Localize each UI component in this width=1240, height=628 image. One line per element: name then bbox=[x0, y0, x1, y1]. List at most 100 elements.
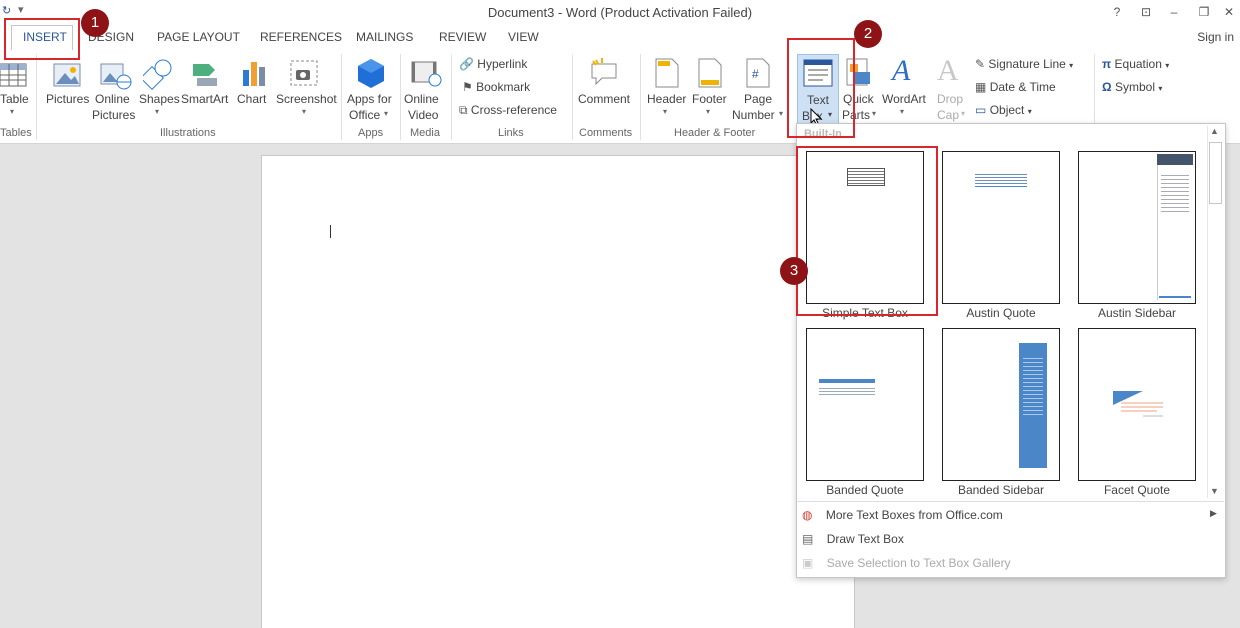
symbol-label: Symbol bbox=[1114, 80, 1155, 94]
facet-quote-thumbnail[interactable] bbox=[1078, 328, 1196, 481]
footer-dropdown-icon: ▾ bbox=[706, 107, 711, 116]
chart-button[interactable]: Chart bbox=[235, 58, 271, 124]
chart-icon bbox=[243, 62, 265, 86]
date-time-button[interactable]: ▦ Date & Time bbox=[975, 80, 1056, 94]
apps-dropdown-icon: ▾ bbox=[384, 109, 389, 118]
online-pictures-icon bbox=[100, 63, 132, 90]
footer-button[interactable]: Footer ▾ bbox=[690, 58, 730, 124]
scroll-down-icon[interactable]: ▼ bbox=[1210, 486, 1219, 496]
austin-quote-thumbnail[interactable] bbox=[942, 151, 1060, 304]
chart-label: Chart bbox=[237, 92, 267, 106]
header-dropdown-icon: ▾ bbox=[663, 107, 668, 116]
shapes-dropdown-icon: ▾ bbox=[155, 107, 160, 116]
office-com-icon: ◍ bbox=[802, 508, 813, 522]
hyperlink-button[interactable]: 🔗 Hyperlink bbox=[459, 57, 527, 71]
wordart-button[interactable]: A WordArt ▾ bbox=[880, 54, 928, 124]
scroll-up-icon[interactable]: ▲ bbox=[1210, 126, 1219, 136]
comment-icon bbox=[591, 58, 617, 86]
close-icon[interactable]: ✕ bbox=[1218, 3, 1240, 21]
signature-line-button[interactable]: ✎ Signature Line ▾ bbox=[975, 57, 1073, 71]
bookmark-label: Bookmark bbox=[476, 80, 531, 94]
online-pictures-button[interactable]: Online Pictures bbox=[92, 58, 138, 124]
comment-button[interactable]: Comment bbox=[576, 58, 636, 124]
footer-icon bbox=[698, 58, 722, 88]
banded-quote-thumbnail[interactable] bbox=[806, 328, 924, 481]
shapes-button[interactable]: Shapes ▾ bbox=[139, 58, 180, 124]
cross-reference-button[interactable]: ⧉ Cross-reference bbox=[459, 103, 557, 118]
signature-label: Signature Line bbox=[988, 57, 1066, 71]
tab-view[interactable]: VIEW bbox=[508, 30, 539, 44]
footer-label: Footer bbox=[692, 92, 727, 106]
drop-cap-icon: A bbox=[937, 54, 959, 87]
smartart-label: SmartArt bbox=[181, 92, 229, 106]
screenshot-button[interactable]: Screenshot ▾ bbox=[274, 58, 338, 124]
group-label-illustrations: Illustrations bbox=[160, 127, 216, 139]
page-number-label-2: Number bbox=[732, 108, 775, 122]
callout-box-text-box bbox=[787, 38, 855, 138]
apps-for-office-button[interactable]: Apps for Office ▾ bbox=[344, 58, 398, 124]
group-separator bbox=[572, 54, 573, 140]
window-title: Document3 - Word (Product Activation Fai… bbox=[487, 5, 753, 20]
cross-reference-label: Cross-reference bbox=[470, 103, 557, 117]
equation-button[interactable]: π Equation ▾ bbox=[1102, 57, 1169, 71]
header-button[interactable]: Header ▾ bbox=[645, 58, 689, 124]
group-separator bbox=[400, 54, 401, 140]
drop-cap-label-2: Cap bbox=[937, 108, 960, 122]
pi-icon: π bbox=[1102, 57, 1112, 71]
page-number-button[interactable]: # Page Number ▾ bbox=[732, 58, 786, 124]
tab-references[interactable]: REFERENCES bbox=[260, 30, 342, 44]
wordart-label: WordArt bbox=[882, 92, 926, 106]
submenu-arrow-icon: ▶ bbox=[1210, 508, 1217, 518]
restore-icon[interactable]: ❐ bbox=[1193, 3, 1215, 21]
cross-reference-icon: ⧉ bbox=[459, 103, 468, 117]
group-label-apps: Apps bbox=[358, 127, 384, 139]
online-video-button[interactable]: Online Video bbox=[404, 58, 448, 124]
tab-page-layout[interactable]: PAGE LAYOUT bbox=[157, 30, 240, 44]
bookmark-icon: ⚑ bbox=[462, 80, 473, 94]
more-text-boxes-label: More Text Boxes from Office.com bbox=[825, 508, 1003, 522]
group-separator bbox=[451, 54, 452, 140]
group-label-tables: Tables bbox=[0, 127, 32, 139]
object-label: Object bbox=[989, 103, 1025, 117]
preview-sidebar-rule bbox=[1159, 296, 1191, 298]
omega-icon: Ω bbox=[1102, 80, 1112, 94]
save-selection-item[interactable]: ▣ Save Selection to Text Box Gallery bbox=[802, 556, 1011, 570]
scroll-thumb[interactable] bbox=[1209, 142, 1222, 204]
online-pictures-label-1: Online bbox=[95, 92, 130, 106]
smartart-icon bbox=[193, 64, 217, 86]
wordart-dropdown-icon: ▾ bbox=[900, 107, 905, 116]
austin-sidebar-thumbnail[interactable] bbox=[1078, 151, 1196, 304]
tab-mailings[interactable]: MAILINGS bbox=[356, 30, 413, 44]
tab-review[interactable]: REVIEW bbox=[439, 30, 486, 44]
shapes-label: Shapes bbox=[139, 92, 180, 106]
draw-text-box-label: Draw Text Box bbox=[826, 532, 904, 546]
signature-dropdown-icon: ▾ bbox=[1069, 61, 1074, 70]
object-button[interactable]: ▭ Object ▾ bbox=[975, 103, 1032, 117]
table-button[interactable]: Table ▾ bbox=[0, 60, 30, 130]
document-page[interactable] bbox=[261, 155, 855, 628]
header-icon bbox=[655, 58, 679, 88]
gallery-scrollbar[interactable]: ▲ ▼ bbox=[1207, 126, 1222, 498]
ribbon-display-icon[interactable]: ⊡ bbox=[1135, 3, 1157, 21]
online-pictures-label-2: Pictures bbox=[92, 108, 136, 122]
smartart-button[interactable]: SmartArt bbox=[181, 58, 231, 124]
group-label-media: Media bbox=[410, 127, 440, 139]
group-separator bbox=[640, 54, 641, 140]
more-text-boxes-item[interactable]: ◍ More Text Boxes from Office.com ▶ bbox=[802, 508, 1222, 522]
step-badge-1: 1 bbox=[81, 9, 109, 37]
drop-cap-button[interactable]: A Drop Cap ▾ bbox=[933, 54, 969, 124]
draw-text-box-icon: ▤ bbox=[802, 532, 814, 546]
symbol-button[interactable]: Ω Symbol ▾ bbox=[1102, 80, 1162, 94]
sign-in-link[interactable]: Sign in bbox=[1197, 30, 1234, 44]
shapes-icon bbox=[143, 59, 172, 90]
bookmark-button[interactable]: ⚑ Bookmark bbox=[462, 80, 530, 94]
preview-quote bbox=[975, 172, 1027, 184]
quick-parts-dropdown-icon: ▾ bbox=[872, 109, 877, 118]
preview-band-text bbox=[819, 386, 875, 396]
pictures-button[interactable]: Pictures bbox=[44, 58, 90, 124]
draw-text-box-item[interactable]: ▤ Draw Text Box bbox=[802, 532, 904, 546]
minimize-icon[interactable]: – bbox=[1163, 3, 1185, 21]
symbol-dropdown-icon: ▾ bbox=[1158, 84, 1163, 93]
help-button[interactable]: ? bbox=[1106, 3, 1128, 21]
banded-sidebar-thumbnail[interactable] bbox=[942, 328, 1060, 481]
